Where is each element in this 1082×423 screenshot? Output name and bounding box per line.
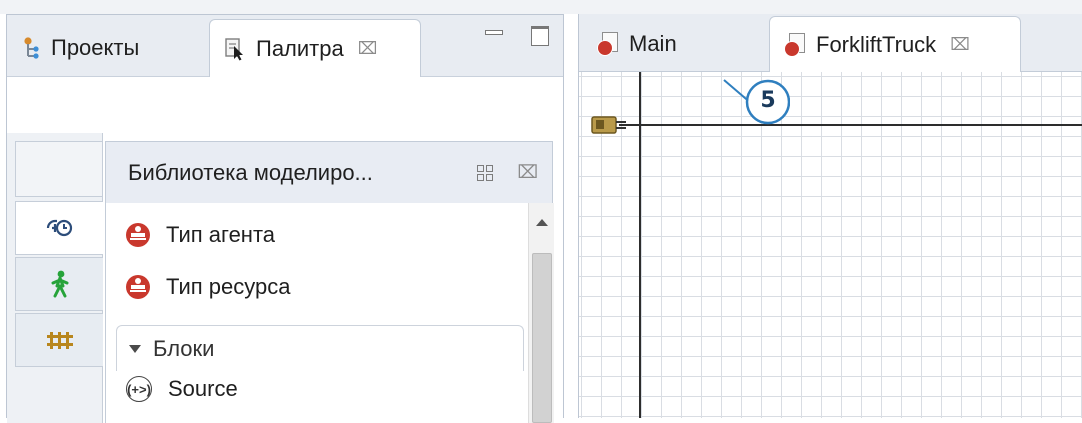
- maximize-icon[interactable]: [531, 25, 549, 46]
- process-modeling-icon: [46, 219, 72, 237]
- source-block-icon: (+>): [126, 376, 152, 402]
- close-icon[interactable]: ⌧: [950, 35, 970, 55]
- agent-document-icon: [784, 33, 806, 57]
- window-top-strip: [0, 0, 1082, 14]
- tab-projects-label: Проекты: [51, 35, 140, 60]
- library-item-list: Тип агента Тип ресурса Блоки (+>) Source: [105, 203, 554, 423]
- minimize-icon[interactable]: [485, 25, 503, 43]
- palette-item-resource-type[interactable]: Тип ресурса: [126, 267, 290, 307]
- section-blocks-header[interactable]: Блоки: [116, 325, 524, 371]
- close-icon[interactable]: ⌧: [358, 39, 378, 59]
- tab-forklifttruck[interactable]: ForkliftTruck ⌧: [769, 16, 1021, 73]
- palette-category-bar: [7, 133, 103, 423]
- tab-palette-label: Палитра: [256, 35, 344, 61]
- pedestrian-icon: [51, 270, 68, 298]
- palette-item-label: Тип агента: [166, 222, 276, 247]
- library-title: Библиотека моделиро...: [128, 159, 373, 185]
- category-rail-library[interactable]: [15, 313, 103, 367]
- forklift-origin-icon[interactable]: [591, 114, 627, 136]
- callout-number: 5: [760, 87, 776, 113]
- graphical-editor: Main ForkliftTruck ⌧: [578, 14, 1082, 418]
- library-panel: Библиотека моделиро... ⌧ Тип агента Тип …: [103, 133, 563, 423]
- category-process-modeling[interactable]: [15, 201, 103, 255]
- tab-forklifttruck-label: ForkliftTruck: [816, 32, 937, 57]
- palette-icon: [225, 37, 243, 60]
- palette-item-agent-type[interactable]: Тип агента: [126, 215, 275, 255]
- scroll-thumb[interactable]: [532, 253, 552, 423]
- view-mode-grid-icon[interactable]: [477, 164, 494, 181]
- palette-item-label: Тип ресурса: [166, 274, 291, 299]
- canvas-x-axis: [619, 124, 1082, 126]
- tab-main[interactable]: Main: [597, 16, 773, 72]
- editor-tab-bar: Main ForkliftTruck ⌧: [579, 14, 1082, 73]
- palette-body: Библиотека моделиро... ⌧ Тип агента Тип …: [7, 77, 563, 423]
- agent-document-icon: [597, 32, 619, 56]
- tab-projects[interactable]: Проекты: [9, 19, 205, 77]
- projects-tree-icon: [24, 37, 39, 59]
- library-header[interactable]: Библиотека моделиро... ⌧: [105, 141, 553, 203]
- tab-palette[interactable]: Палитра ⌧: [209, 19, 421, 77]
- view-tab-bar: Проекты Палитра ⌧: [7, 15, 563, 77]
- tab-main-label: Main: [629, 31, 677, 56]
- library-scrollbar[interactable]: [528, 203, 554, 423]
- section-blocks-label: Блоки: [153, 335, 215, 361]
- resource-type-icon: [126, 275, 150, 299]
- editor-canvas[interactable]: [579, 72, 1082, 418]
- category-pedestrian[interactable]: [15, 257, 103, 311]
- category-bar-header: [15, 141, 103, 197]
- expand-triangle-icon: [129, 344, 141, 353]
- close-icon[interactable]: ⌧: [517, 162, 538, 183]
- palette-toolbar: [7, 77, 563, 133]
- palette-view: Проекты Палитра ⌧ Библиотека моделиро...…: [6, 14, 564, 423]
- rail-library-icon: [46, 332, 73, 349]
- scroll-up-arrow-icon[interactable]: [536, 219, 548, 226]
- agent-type-icon: [126, 223, 150, 247]
- palette-item-label: Source: [168, 376, 238, 401]
- view-window-buttons: [485, 25, 549, 46]
- palette-item-source[interactable]: (+>) Source: [126, 369, 238, 409]
